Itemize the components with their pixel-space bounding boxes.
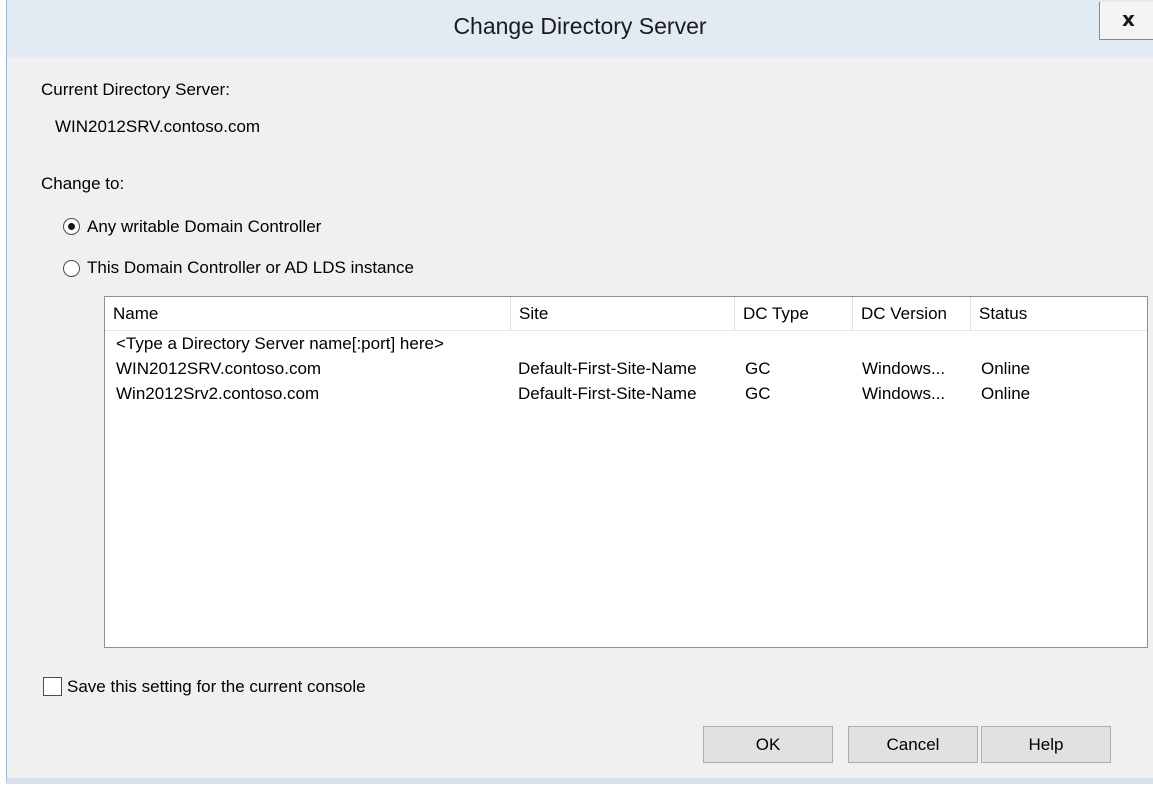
close-icon[interactable]: x bbox=[1099, 2, 1153, 40]
cell-dc-type: GC bbox=[745, 359, 771, 378]
cell-site: Default-First-Site-Name bbox=[518, 359, 697, 378]
change-directory-server-dialog: Change Directory Server x Current Direct… bbox=[6, 0, 1153, 784]
cell-dc-type: GC bbox=[745, 384, 771, 403]
current-server-label: Current Directory Server: bbox=[41, 80, 230, 99]
list-header: Name Site DC Type DC Version Status bbox=[105, 297, 1147, 331]
cell-name: WIN2012SRV.contoso.com bbox=[116, 359, 322, 378]
cell-site: Default-First-Site-Name bbox=[518, 384, 697, 403]
column-header-status[interactable]: Status bbox=[971, 297, 1147, 330]
ok-button[interactable]: OK bbox=[703, 726, 833, 763]
radio-selected-dot bbox=[68, 223, 75, 230]
save-setting-label[interactable]: Save this setting for the current consol… bbox=[67, 677, 366, 697]
cell-name: Win2012Srv2.contoso.com bbox=[116, 384, 320, 403]
current-server-value: WIN2012SRV.contoso.com bbox=[55, 117, 261, 136]
list-item[interactable]: WIN2012SRV.contoso.com Default-First-Sit… bbox=[105, 356, 1147, 381]
directory-server-list[interactable]: Name Site DC Type DC Version Status <Typ… bbox=[104, 296, 1148, 648]
dialog-title: Change Directory Server bbox=[453, 13, 707, 39]
title-bar[interactable]: Change Directory Server x bbox=[7, 0, 1153, 58]
radio-this-dc-or-adlds[interactable] bbox=[63, 260, 80, 277]
cell-status: Online bbox=[981, 359, 1031, 378]
radio-any-writable-dc[interactable] bbox=[63, 218, 80, 235]
cell-status: Online bbox=[981, 384, 1031, 403]
cell-dc-version: Windows... bbox=[862, 359, 946, 378]
radio-this-dc-or-adlds-label[interactable]: This Domain Controller or AD LDS instanc… bbox=[87, 258, 414, 278]
save-setting-checkbox[interactable] bbox=[43, 677, 62, 696]
column-header-dc-type[interactable]: DC Type bbox=[735, 297, 853, 330]
change-to-label: Change to: bbox=[41, 174, 125, 193]
column-header-dc-version[interactable]: DC Version bbox=[853, 297, 971, 330]
cancel-button[interactable]: Cancel bbox=[848, 726, 978, 763]
help-button[interactable]: Help bbox=[981, 726, 1111, 763]
column-header-name[interactable]: Name bbox=[105, 297, 511, 330]
list-item[interactable]: Win2012Srv2.contoso.com Default-First-Si… bbox=[105, 381, 1147, 406]
type-server-placeholder[interactable]: <Type a Directory Server name[:port] her… bbox=[116, 331, 444, 356]
cell-dc-version: Windows... bbox=[862, 384, 946, 403]
list-item-type-server[interactable]: <Type a Directory Server name[:port] her… bbox=[105, 331, 1147, 356]
radio-any-writable-dc-label[interactable]: Any writable Domain Controller bbox=[87, 217, 321, 237]
column-header-site[interactable]: Site bbox=[511, 297, 735, 330]
